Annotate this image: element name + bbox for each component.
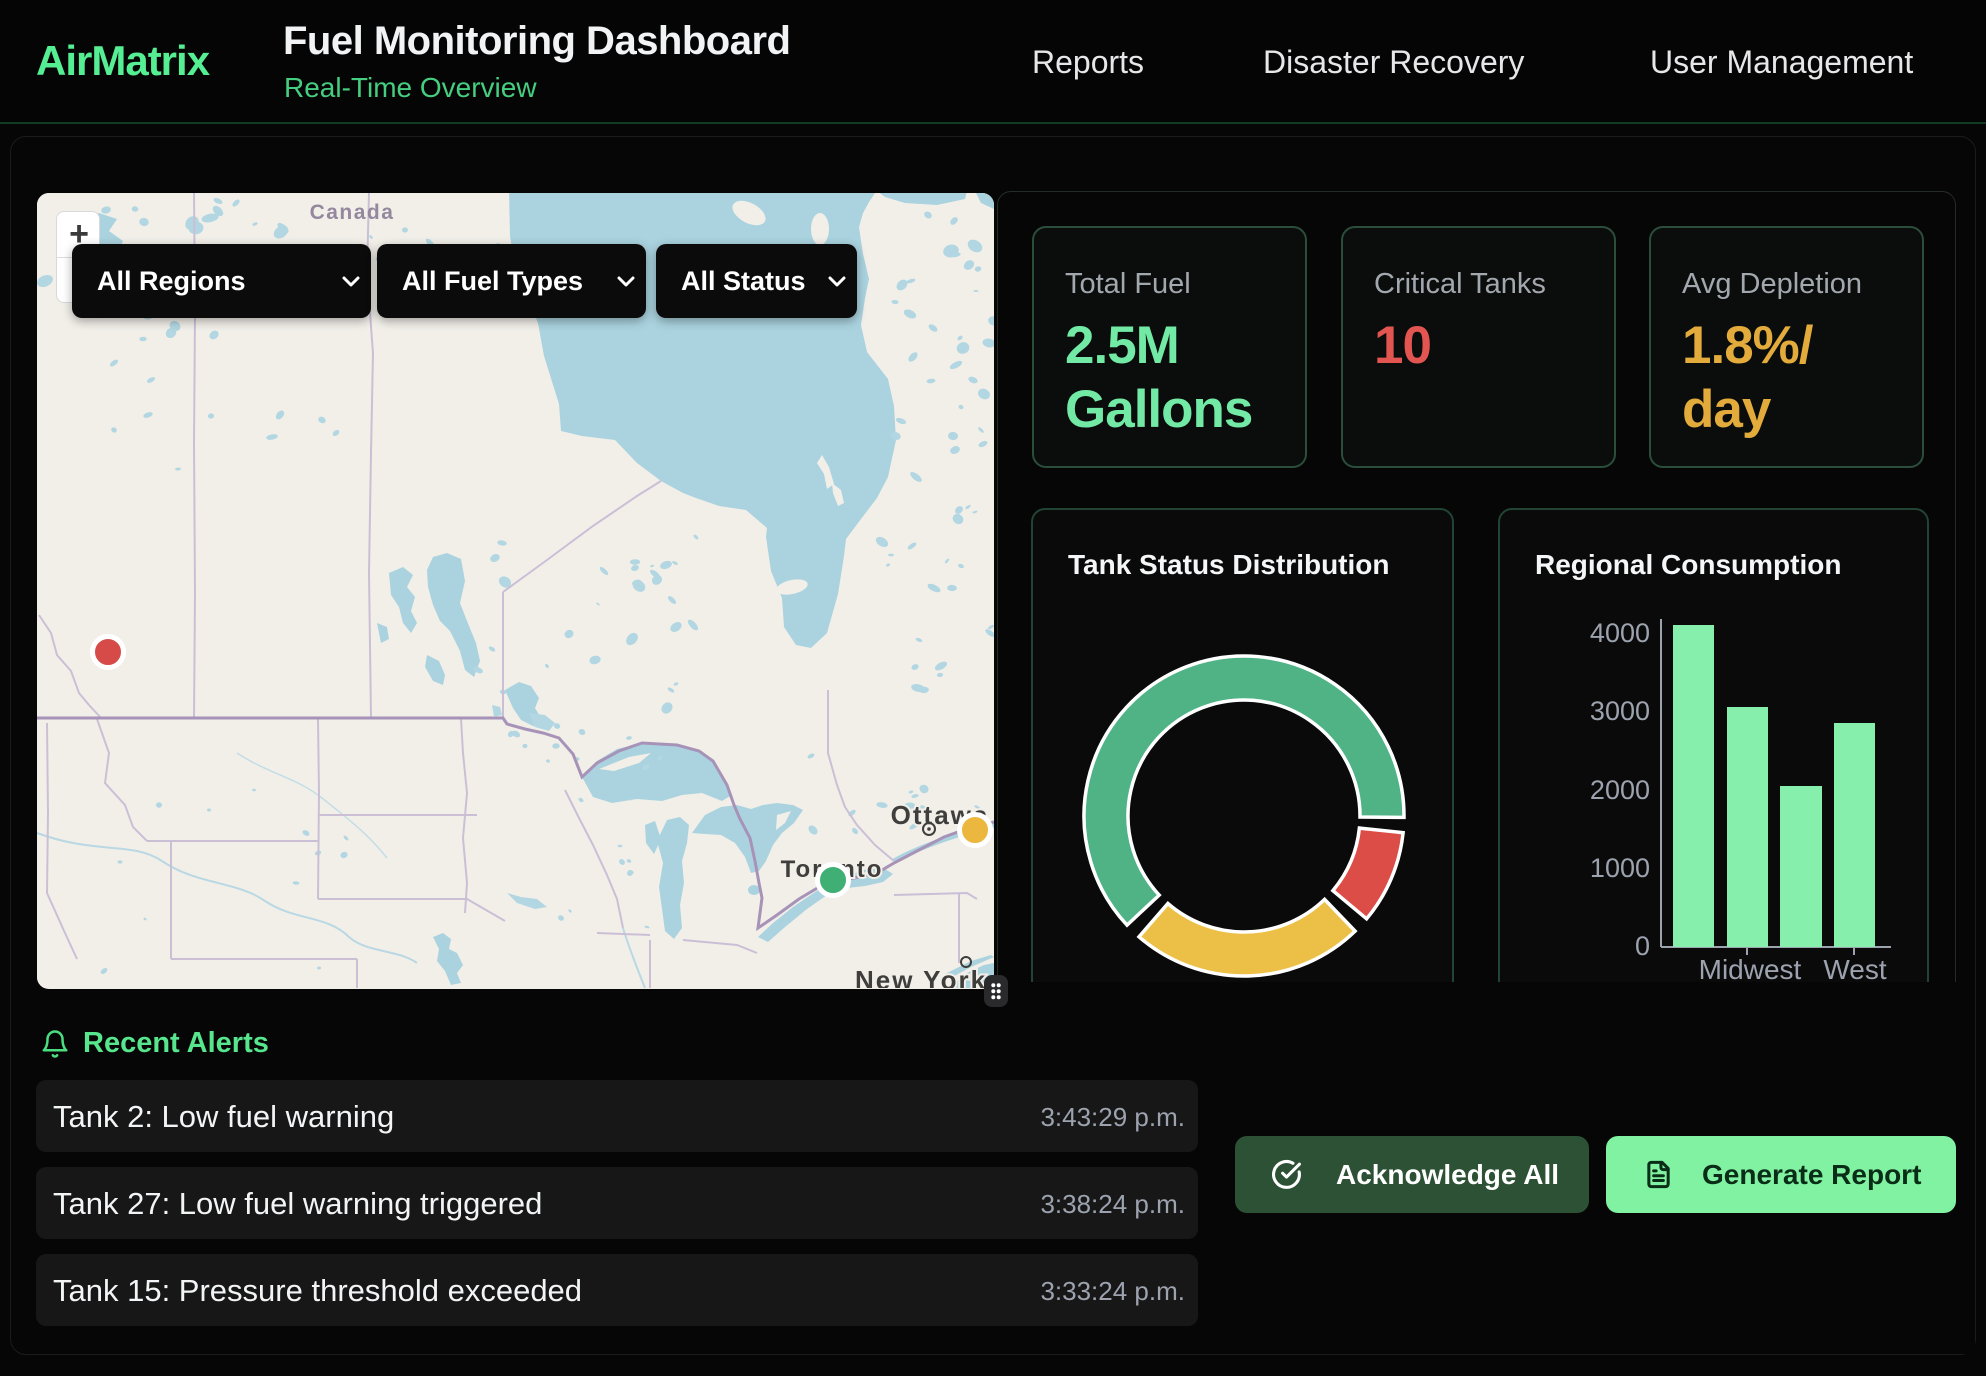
svg-text:West: West bbox=[1823, 954, 1886, 985]
svg-text:Canada: Canada bbox=[310, 201, 395, 224]
svg-text:New York: New York bbox=[855, 965, 987, 988]
svg-text:Midwest: Midwest bbox=[1699, 954, 1802, 985]
